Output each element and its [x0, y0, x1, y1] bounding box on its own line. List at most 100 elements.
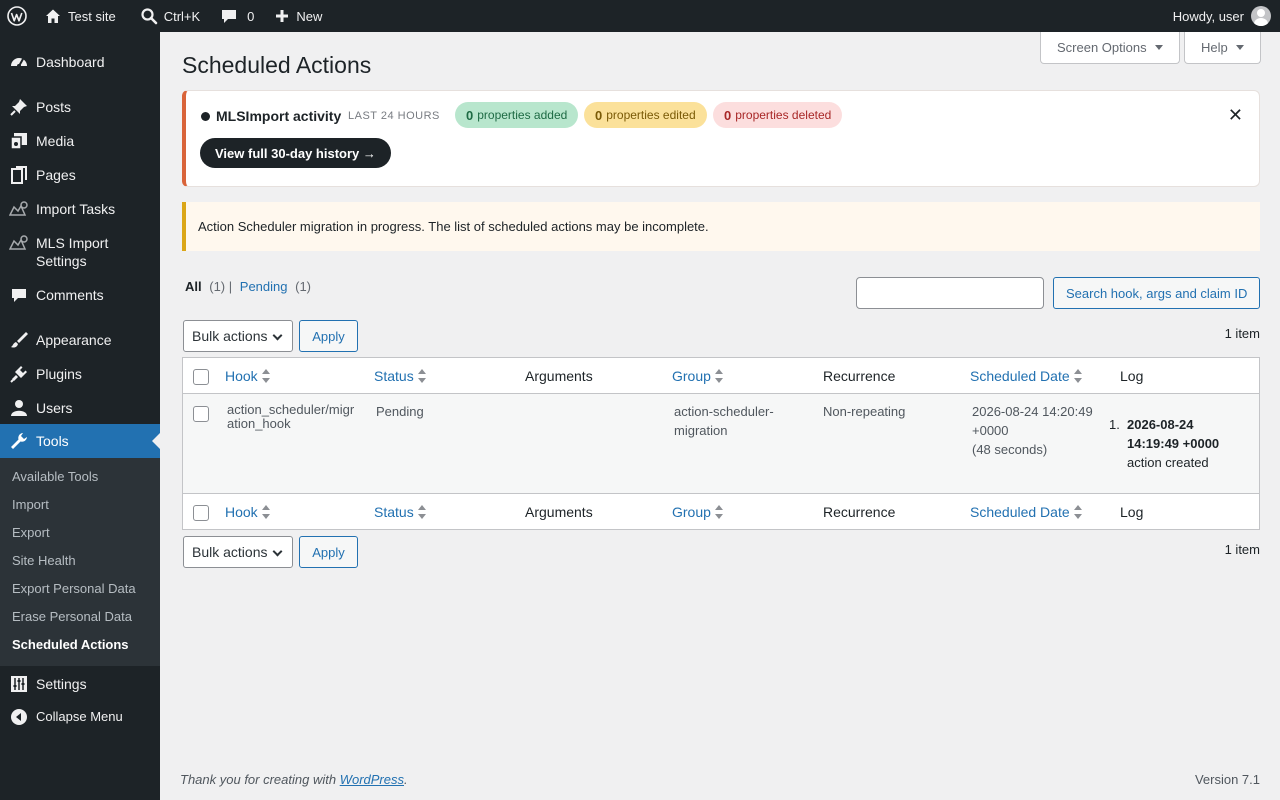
properties-edited-badge: 0 properties edited: [584, 102, 707, 128]
wordpress-link[interactable]: WordPress: [340, 772, 404, 787]
log-message: action created: [1127, 455, 1209, 470]
notice-text: Action Scheduler migration in progress. …: [198, 219, 709, 234]
date-text: 2026-08-24 14:20:49: [972, 404, 1093, 419]
edited-count: 0: [595, 107, 603, 123]
group-text: migration: [674, 423, 728, 438]
comment-icon: [9, 285, 29, 305]
column-scheduled-date[interactable]: Scheduled Date: [970, 504, 1083, 520]
comments-link[interactable]: 0: [212, 0, 262, 32]
current-menu-arrow: [152, 433, 160, 449]
status-dot-icon: [201, 112, 210, 121]
submenu-item-erase-personal-data[interactable]: Erase Personal Data: [12, 609, 132, 624]
deleted-label: properties deleted: [735, 108, 832, 122]
bulk-actions-label: Bulk actions: [192, 328, 268, 344]
submenu-item-export-personal-data[interactable]: Export Personal Data: [12, 581, 136, 596]
screen-options-label: Screen Options: [1057, 40, 1147, 55]
column-group[interactable]: Group: [672, 504, 724, 520]
submenu-item-available-tools[interactable]: Available Tools: [12, 469, 98, 484]
sort-icon: [261, 505, 271, 520]
dashboard-icon: [9, 52, 29, 72]
admin-bar: Test site Ctrl+K 0 New Howdy, user: [0, 0, 1280, 32]
date-text: (48 seconds): [972, 442, 1048, 457]
footer-text: .: [404, 772, 408, 787]
column-log: Log: [1120, 368, 1144, 384]
comments-count: 0: [247, 8, 255, 24]
sidebar-item-label: Posts: [36, 99, 72, 115]
filter-pending-count: (1): [295, 279, 312, 294]
sidebar-item-label: Media: [36, 133, 75, 149]
column-hook[interactable]: Hook: [225, 368, 271, 384]
table-header: Hook Status Arguments Group Recurrence S…: [183, 358, 1259, 394]
new-content-button[interactable]: New: [266, 0, 330, 32]
main-content: Screen Options Help Scheduled Actions ML…: [160, 32, 1280, 800]
sidebar-item-label: Plugins: [36, 366, 82, 382]
sort-icon: [1073, 505, 1083, 520]
submenu-item-export[interactable]: Export: [12, 525, 50, 540]
table-footer: Hook Status Arguments Group Recurrence S…: [183, 493, 1259, 529]
wordpress-logo-icon: [7, 6, 27, 26]
items-count-bottom: 1 item: [1224, 542, 1260, 557]
cell-status: Pending: [376, 404, 424, 419]
column-hook[interactable]: Hook: [225, 504, 271, 520]
sidebar-item-tools[interactable]: Tools: [0, 424, 160, 458]
apply-button-top[interactable]: Apply: [299, 320, 358, 352]
help-button[interactable]: Help: [1184, 32, 1261, 64]
cell-scheduled-date: 2026-08-24 14:20:49 +0000 (48 seconds): [972, 402, 1093, 459]
submenu-item-import[interactable]: Import: [12, 497, 49, 512]
search-shortcut-label: Ctrl+K: [163, 8, 201, 24]
row-checkbox[interactable]: [193, 406, 209, 422]
deleted-count: 0: [724, 107, 732, 123]
mls-settings-icon: [9, 233, 29, 253]
submenu-item-scheduled-actions[interactable]: Scheduled Actions: [12, 637, 129, 652]
home-icon: [46, 9, 60, 23]
avatar: [1251, 6, 1271, 26]
column-scheduled-date[interactable]: Scheduled Date: [970, 368, 1083, 384]
sidebar-item-mls-import-settings[interactable]: MLS Import Settings: [0, 233, 160, 269]
log-number: 1.: [1109, 417, 1120, 432]
submenu-item-site-health[interactable]: Site Health: [12, 553, 76, 568]
column-group[interactable]: Group: [672, 368, 724, 384]
import-tasks-icon: [9, 199, 29, 219]
status-filters: All (1) | Pending (1): [185, 279, 311, 294]
wp-logo-button[interactable]: [0, 0, 36, 32]
edited-label: properties edited: [606, 108, 696, 122]
column-status[interactable]: Status: [374, 368, 427, 384]
screen-options-button[interactable]: Screen Options: [1040, 32, 1180, 64]
command-search-button[interactable]: Ctrl+K: [132, 0, 208, 32]
properties-deleted-badge: 0 properties deleted: [713, 102, 843, 128]
cell-log: 1. 2026-08-24 14:19:49 +0000 action crea…: [1109, 415, 1219, 472]
user-icon: [9, 398, 29, 418]
filter-pending[interactable]: Pending: [240, 279, 288, 294]
table-row: action_scheduler/migr ation_hook Pending…: [183, 394, 1259, 493]
sort-icon: [714, 369, 724, 384]
select-all-checkbox[interactable]: [193, 369, 209, 385]
pages-icon: [9, 165, 29, 185]
bulk-actions-select-bottom[interactable]: Bulk actions: [183, 536, 293, 568]
footer-version: Version 7.1: [1194, 772, 1260, 787]
howdy-label: Howdy, user: [1172, 8, 1244, 24]
sidebar-item-label: MLS Import Settings: [36, 235, 109, 269]
site-name-link[interactable]: Test site: [36, 0, 124, 32]
cell-group: action-scheduler- migration: [674, 402, 774, 440]
new-label: New: [296, 8, 323, 24]
select-all-checkbox-bottom[interactable]: [193, 505, 209, 521]
bulk-actions-select-top[interactable]: Bulk actions: [183, 320, 293, 352]
help-label: Help: [1201, 40, 1228, 55]
chevron-down-icon: [272, 330, 283, 341]
pushpin-icon: [9, 97, 29, 117]
sidebar-item-label: Comments: [36, 287, 104, 303]
tools-submenu: Available Tools Import Export Site Healt…: [0, 458, 160, 666]
close-icon[interactable]: ✕: [1228, 105, 1243, 126]
sort-icon: [261, 369, 271, 384]
apply-button-bottom[interactable]: Apply: [299, 536, 358, 568]
sidebar-item-label: Collapse Menu: [36, 709, 123, 724]
filter-all[interactable]: All: [185, 279, 202, 294]
view-history-button[interactable]: View full 30-day history →: [200, 138, 391, 168]
search-input[interactable]: [856, 277, 1044, 309]
search-button[interactable]: Search hook, args and claim ID: [1053, 277, 1261, 309]
sidebar-item-label: Tools: [36, 433, 69, 449]
collapse-icon: [9, 707, 29, 727]
site-name-label: Test site: [68, 8, 116, 24]
column-status[interactable]: Status: [374, 504, 427, 520]
my-account-menu[interactable]: Howdy, user: [1173, 6, 1280, 26]
